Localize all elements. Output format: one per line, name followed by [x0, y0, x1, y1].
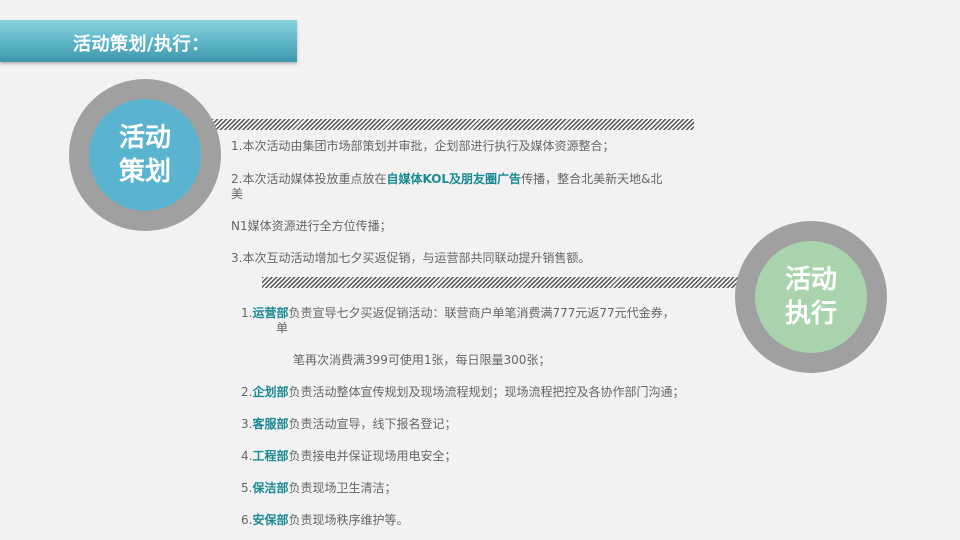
execution-item-4: 4.工程部负责接电并保证现场用电安全；: [241, 448, 456, 464]
item-text: 负责接电并保证现场用电安全；: [288, 449, 457, 463]
decorative-stripe-middle: [262, 277, 740, 288]
planning-paragraph-4: 3.本次互动活动增加七夕买返促销，与运营部共同联动提升销售额。: [231, 251, 591, 265]
department-name: 安保部: [252, 513, 289, 527]
planning-paragraph-3: N1媒体资源进行全方位传播；: [231, 219, 392, 233]
execution-item-1-continuation: 笔再次消费满399可使用1张，每日限量300张；: [293, 353, 551, 367]
item-text: 负责现场卫生清洁；: [288, 481, 397, 495]
department-name: 工程部: [252, 449, 289, 463]
planning-circle-line1: 活动: [118, 123, 171, 153]
planning-paragraph-2: 2.本次活动媒体投放重点放在自媒体KOL及朋友圈广告传播，整合北美新天地&北: [231, 171, 662, 187]
planning-paragraph-2-highlight: 自媒体KOL及朋友圈广告: [386, 172, 522, 186]
execution-item-3: 3.客服部负责活动宣导，线下报名登记；: [241, 416, 456, 432]
department-name: 企划部: [252, 385, 289, 399]
execution-item-2: 2.企划部负责活动整体宣传规划及现场流程规划；现场流程把控及各协作部门沟通；: [241, 384, 684, 400]
item-number: 2.: [241, 385, 253, 399]
planning-paragraph-2-suffix: 传播，整合北美新天地&北: [521, 172, 663, 186]
execution-item-1-wrap: 单: [276, 321, 289, 335]
planning-circle: 活动 策划: [89, 99, 201, 211]
item-number: 4.: [241, 449, 253, 463]
planning-paragraph-2-wrap: 美: [231, 187, 244, 201]
item-number: 5.: [241, 481, 253, 495]
execution-circle-line1: 活动: [784, 265, 837, 295]
section-title: 活动策划/执行：: [73, 34, 210, 55]
department-name: 保洁部: [252, 481, 289, 495]
decorative-stripe-top: [212, 119, 694, 130]
section-title-bar: 活动策划/执行：: [0, 20, 297, 62]
item-number: 3.: [241, 417, 253, 431]
execution-item-6: 6.安保部负责现场秩序维护等。: [241, 512, 408, 528]
planning-paragraph-1: 1.本次活动由集团市场部策划并审批，企划部进行执行及媒体资源整合；: [231, 139, 615, 153]
item-text: 负责活动整体宣传规划及现场流程规划；现场流程把控及各协作部门沟通；: [288, 385, 685, 399]
execution-item-5: 5.保洁部负责现场卫生清洁；: [241, 480, 396, 496]
execution-circle: 活动 执行: [755, 241, 867, 353]
planning-paragraph-2-prefix: 2.本次活动媒体投放重点放在: [231, 172, 387, 186]
planning-circle-line2: 策划: [118, 157, 171, 187]
item-number: 6.: [241, 513, 253, 527]
item-number: 1.: [241, 306, 253, 320]
execution-circle-line2: 执行: [784, 299, 837, 329]
execution-item-1: 1.运营部负责宣导七夕买返促销活动：联营商户单笔消费满777元返77元代金券，: [241, 305, 675, 321]
item-text: 负责宣导七夕买返促销活动：联营商户单笔消费满777元返77元代金券，: [288, 306, 675, 320]
item-text: 负责现场秩序维护等。: [288, 513, 409, 527]
item-text: 负责活动宣导，线下报名登记；: [288, 417, 457, 431]
department-name: 客服部: [252, 417, 289, 431]
department-name: 运营部: [252, 306, 289, 320]
